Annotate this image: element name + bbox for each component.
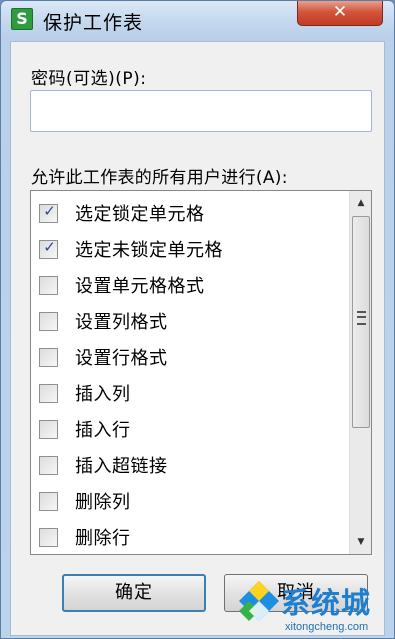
- permission-label: 删除行: [75, 528, 131, 549]
- scrollbar-thumb[interactable]: [352, 216, 370, 428]
- permission-item[interactable]: 插入超链接: [39, 448, 339, 482]
- permission-label: 设置列格式: [75, 312, 168, 333]
- scroll-down-arrow-icon[interactable]: ▼: [350, 532, 372, 552]
- close-button[interactable]: ✕: [297, 1, 383, 26]
- close-icon: ✕: [332, 2, 348, 22]
- ok-button[interactable]: 确定: [62, 574, 206, 612]
- permission-label: 插入列: [75, 384, 131, 405]
- permission-item[interactable]: 插入列: [39, 376, 339, 410]
- checkbox[interactable]: [39, 419, 58, 439]
- scrollbar[interactable]: ▲ ▼: [349, 191, 371, 554]
- scroll-up-arrow-icon[interactable]: ▲: [350, 193, 372, 213]
- permissions-label: 允许此工作表的所有用户进行(A):: [31, 168, 288, 188]
- checkbox[interactable]: ✓: [39, 237, 58, 259]
- permission-label: 设置行格式: [75, 348, 168, 369]
- checkmark-icon: ✓: [43, 201, 56, 220]
- permission-label: 选定锁定单元格: [75, 204, 205, 225]
- checkbox[interactable]: [39, 455, 58, 475]
- checkbox[interactable]: [39, 311, 58, 331]
- checkbox[interactable]: [39, 491, 58, 511]
- watermark-url: xitongcheng.com: [285, 621, 369, 633]
- permission-item[interactable]: ✓ 选定未锁定单元格: [39, 232, 339, 266]
- watermark: 系统城 xitongcheng.com: [237, 577, 395, 639]
- dialog-title: 保护工作表: [43, 12, 144, 34]
- permission-item[interactable]: 插入行: [39, 412, 339, 446]
- dialog-body: 密码(可选)(P): 允许此工作表的所有用户进行(A): ✓ 选定锁定单元格 ✓ 选定…: [10, 41, 385, 636]
- permission-item[interactable]: 设置单元格格式: [39, 268, 339, 302]
- checkbox[interactable]: [39, 527, 58, 547]
- password-label: 密码(可选)(P):: [31, 69, 147, 89]
- checkbox[interactable]: [39, 347, 58, 367]
- permission-item[interactable]: 设置行格式: [39, 340, 339, 374]
- permission-label: 设置单元格格式: [75, 276, 205, 297]
- checkbox[interactable]: [39, 275, 58, 295]
- permission-label: 选定未锁定单元格: [75, 240, 223, 261]
- checkmark-icon: ✓: [43, 237, 56, 256]
- watermark-brand: 系统城: [281, 586, 372, 620]
- permission-item[interactable]: 设置列格式: [39, 304, 339, 338]
- wps-spreadsheet-icon: S: [11, 8, 33, 30]
- permission-label: 删除列: [75, 492, 131, 513]
- permission-label: 插入行: [75, 420, 131, 441]
- title-bar[interactable]: S 保护工作表 ✕: [1, 1, 394, 39]
- permission-item[interactable]: ✓ 选定锁定单元格: [39, 196, 339, 230]
- protect-sheet-dialog: S 保护工作表 ✕ 密码(可选)(P): 允许此工作表的所有用户进行(A): ✓…: [0, 0, 395, 639]
- checkbox[interactable]: [39, 383, 58, 403]
- permission-label: 插入超链接: [75, 456, 168, 477]
- password-input[interactable]: [30, 90, 372, 132]
- xitongcheng-logo-icon: [239, 581, 279, 621]
- permissions-list[interactable]: ✓ 选定锁定单元格 ✓ 选定未锁定单元格 设置单元格格式 设置列格式设置行格式插入列插入行…: [30, 190, 372, 555]
- permission-item[interactable]: 删除行: [39, 520, 339, 554]
- checkbox[interactable]: ✓: [39, 201, 58, 223]
- grip-icon: [357, 311, 366, 325]
- permission-item[interactable]: 删除列: [39, 484, 339, 518]
